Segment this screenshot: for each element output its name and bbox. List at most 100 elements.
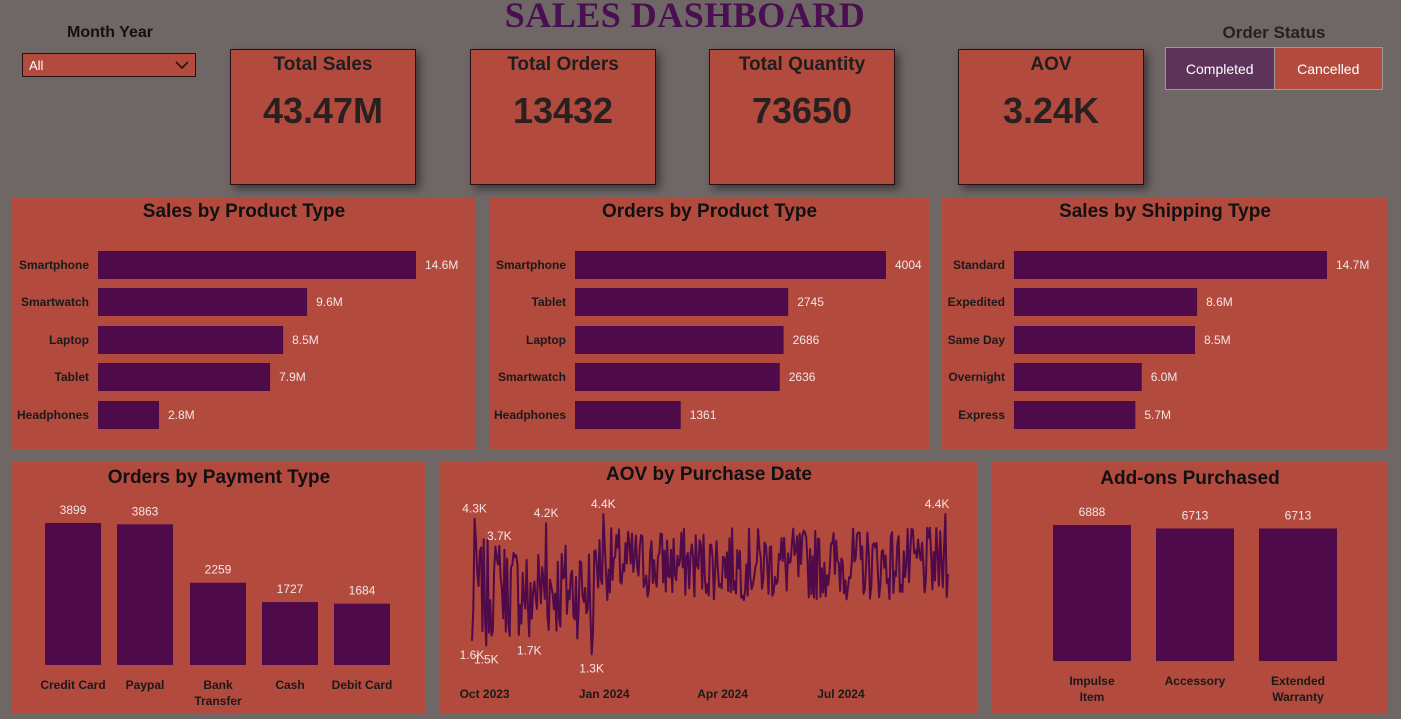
category-label: Tablet	[532, 295, 566, 309]
sales-by-shipping-panel: Sales by Shipping Type Standard 14.7M Expe…	[942, 197, 1388, 450]
data-label: 8.5M	[292, 333, 319, 347]
month-year-value: All	[29, 57, 44, 73]
orders-by-payment-panel: Orders by Payment Type 3899 Credit Card 38…	[12, 462, 426, 714]
bar	[575, 326, 784, 354]
kpi-value: 3.24K	[1002, 90, 1100, 131]
bar	[117, 524, 173, 665]
bar	[98, 288, 308, 316]
category-label: Accessory	[1165, 674, 1226, 688]
category-label: Tablet	[55, 370, 89, 384]
series-line	[471, 513, 949, 656]
data-label: 4.2K	[534, 506, 559, 520]
category-label: Expedited	[948, 295, 1005, 309]
kpi-label: Total Quantity	[738, 54, 866, 75]
category-label: Laptop	[49, 333, 89, 347]
bar	[45, 523, 101, 665]
data-label: 4.4K	[925, 497, 950, 511]
bar	[98, 251, 416, 279]
kpi-value: 13432	[512, 90, 614, 131]
orders-by-product-panel: Orders by Product Type Smartphone 4004 Tab…	[490, 197, 929, 450]
data-label: 2259	[205, 563, 232, 577]
bar	[1014, 288, 1198, 316]
kpi-label: Total Sales	[273, 54, 373, 75]
data-label: 2636	[789, 370, 816, 384]
data-label: 14.6M	[425, 258, 458, 272]
category-label: Express	[958, 408, 1005, 422]
order-status-label: Order Status	[1222, 23, 1326, 42]
data-label: 1.7K	[517, 643, 542, 657]
data-label: 3899	[60, 503, 87, 517]
order-status-cancelled-button[interactable]: Cancelled	[1274, 48, 1382, 89]
data-label: 14.7M	[1336, 258, 1369, 272]
data-label: 6713	[1285, 508, 1312, 522]
month-year-label: Month Year	[67, 24, 153, 41]
category-label: Standard	[953, 258, 1005, 272]
data-label: 4004	[895, 258, 922, 272]
data-label: 1.3K	[579, 661, 604, 675]
kpi-card-total-quantity: Total Quantity 73650	[709, 49, 895, 185]
bar	[98, 326, 284, 354]
category-label: Headphones	[494, 408, 566, 422]
order-status-slicer: Completed Cancelled	[1165, 47, 1383, 90]
data-label: 4.4K	[591, 497, 616, 511]
kpi-card-total-sales: Total Sales 43.47M	[230, 49, 416, 185]
bar	[1014, 251, 1327, 279]
category-label: Smartwatch	[21, 295, 89, 309]
category-label: Bank	[203, 678, 233, 692]
bar	[575, 401, 681, 429]
category-label: Credit Card	[40, 678, 105, 692]
category-label: Smartphone	[496, 258, 566, 272]
bar	[575, 363, 780, 391]
category-label: Impulse	[1069, 674, 1115, 688]
bar	[1053, 525, 1131, 661]
bar	[334, 603, 390, 665]
orders-by-payment-chart: 3899 Credit Card 3863 Paypal 2259 Bank Transfe…	[40, 503, 393, 708]
category-label: Laptop	[526, 333, 566, 347]
data-label: 3.7K	[487, 529, 512, 543]
bar	[1014, 363, 1142, 391]
sales-by-product-chart: Smartphone 14.6M Smartwatch 9.6M Laptop 8.5M T…	[17, 251, 458, 429]
bar	[575, 251, 886, 279]
data-label: 1727	[277, 582, 304, 596]
category-label: Item	[1080, 690, 1105, 704]
data-label: 6.0M	[1151, 370, 1178, 384]
bar	[190, 582, 246, 665]
category-label: Transfer	[194, 694, 242, 708]
data-label: 2745	[797, 295, 824, 309]
x-tick-label: Oct 2023	[460, 687, 510, 701]
page-title: SALES DASHBOARD	[504, 0, 866, 35]
category-label: Paypal	[126, 678, 165, 692]
bar	[1014, 401, 1136, 429]
month-year-dropdown[interactable]: All	[22, 53, 196, 77]
bar	[1156, 528, 1234, 661]
kpi-value: 43.47M	[262, 90, 384, 131]
category-label: Smartphone	[19, 258, 89, 272]
data-label: 6888	[1079, 505, 1106, 519]
addons-chart: 6888 Impulse Item 6713 Accessory 6713 Extended…	[1053, 505, 1337, 704]
category-label: Same Day	[948, 333, 1006, 347]
kpi-value: 73650	[751, 90, 853, 131]
order-status-completed-button[interactable]: Completed	[1166, 48, 1275, 89]
data-label: 2.8M	[168, 408, 195, 422]
bar	[1014, 326, 1195, 354]
kpi-card-aov: AOV 3.24K	[958, 49, 1144, 185]
data-label: 5.7M	[1144, 408, 1171, 422]
category-label: Extended	[1271, 674, 1325, 688]
data-label: 3863	[132, 504, 159, 518]
aov-by-date-panel: AOV by Purchase Date 1.6K 4.3K 1.5K 3.7K 1.7…	[440, 462, 978, 714]
x-tick-label: Jan 2024	[579, 687, 630, 701]
data-label: 8.5M	[1204, 333, 1231, 347]
chevron-down-icon	[175, 58, 189, 73]
category-label: Headphones	[17, 408, 89, 422]
sales-by-shipping-chart: Standard 14.7M Expedited 8.6M Same Day 8.5M Ov…	[948, 251, 1369, 429]
category-label: Debit Card	[332, 678, 393, 692]
bar	[1259, 528, 1337, 661]
data-label: 1684	[349, 584, 376, 598]
kpi-label: Total Orders	[507, 54, 619, 75]
bar	[262, 602, 318, 665]
addons-panel: Add-ons Purchased 6888 Impulse Item 6713 Acc…	[992, 462, 1388, 714]
aov-by-date-chart: 1.6K4.3K1.5K3.7K1.7K4.2K1.3K4.4K 4.4KOct …	[460, 497, 950, 701]
bar	[98, 401, 159, 429]
x-tick-label: Apr 2024	[697, 687, 748, 701]
category-label: Overnight	[948, 370, 1005, 384]
